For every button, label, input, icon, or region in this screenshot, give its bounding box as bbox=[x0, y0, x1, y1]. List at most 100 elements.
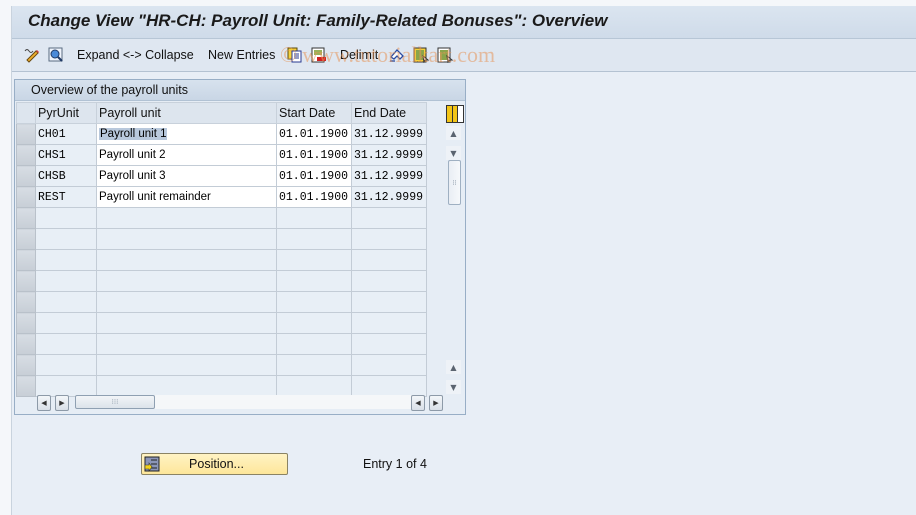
start-date-cell bbox=[276, 291, 352, 313]
selected-text: Payroll unit 1 bbox=[99, 128, 168, 140]
start-date-cell bbox=[276, 228, 352, 250]
display-change-button[interactable] bbox=[24, 46, 40, 64]
empty-table-row bbox=[16, 249, 427, 271]
horizontal-scrollbar: ◀ ▶ ⁞⁞⁞ ◀ ▶ bbox=[35, 394, 445, 411]
scroll-right-end-button[interactable]: ▶ bbox=[429, 395, 443, 411]
row-selector[interactable] bbox=[16, 270, 36, 292]
table-control-panel: Overview of the payroll units PyrUnit Pa… bbox=[14, 79, 466, 415]
end-date-cell bbox=[351, 249, 427, 271]
panel-header: Overview of the payroll units bbox=[15, 80, 465, 101]
start-date-cell bbox=[276, 207, 352, 229]
end-date-cell: 31.12.9999 bbox=[351, 144, 427, 166]
select-all-button[interactable] bbox=[413, 46, 430, 64]
pyrunit-cell bbox=[35, 291, 97, 313]
row-selector[interactable] bbox=[16, 333, 36, 355]
arrow-up-icon: ▲ bbox=[450, 362, 457, 372]
deselect-all-button[interactable] bbox=[437, 46, 454, 64]
payroll-unit-cell bbox=[96, 333, 277, 355]
payroll-unit-cell bbox=[96, 207, 277, 229]
column-header-pyrunit[interactable]: PyrUnit bbox=[35, 102, 97, 124]
arrow-right-icon: ▶ bbox=[59, 399, 65, 407]
delete-icon bbox=[311, 47, 327, 63]
table-settings-icon-part bbox=[458, 106, 464, 122]
scroll-page-down-button[interactable]: ▼ bbox=[446, 380, 461, 394]
table-row: CH01 Payroll unit 1 01.01.1900 31.12.999… bbox=[16, 123, 427, 145]
table-row: CHS1 Payroll unit 2 01.01.1900 31.12.999… bbox=[16, 144, 427, 166]
copy-as-button[interactable] bbox=[287, 46, 303, 64]
payroll-unit-cell bbox=[96, 249, 277, 271]
payroll-unit-input[interactable]: Payroll unit 2 bbox=[96, 144, 277, 166]
start-date-cell: 01.01.1900 bbox=[276, 165, 352, 187]
new-entries-button[interactable]: New Entries bbox=[208, 46, 275, 64]
row-selector[interactable] bbox=[16, 123, 36, 145]
empty-table-row bbox=[16, 312, 427, 334]
delimit-button[interactable]: Delimit bbox=[340, 46, 378, 64]
pyrunit-cell bbox=[35, 270, 97, 292]
payroll-units-table: PyrUnit Payroll unit Start Date End Date… bbox=[16, 102, 427, 397]
pyrunit-cell bbox=[35, 207, 97, 229]
deselect-all-icon bbox=[437, 47, 454, 64]
row-selector[interactable] bbox=[16, 312, 36, 334]
scroll-left-end-button[interactable]: ◀ bbox=[411, 395, 425, 411]
row-selector[interactable] bbox=[16, 144, 36, 166]
application-toolbar: Expand <-> Collapse New Entries Delimit bbox=[12, 39, 916, 72]
select-all-rows-button[interactable] bbox=[16, 102, 36, 124]
row-selector[interactable] bbox=[16, 291, 36, 313]
scroll-left-button[interactable]: ◀ bbox=[37, 395, 51, 411]
end-date-cell bbox=[351, 354, 427, 376]
position-button-label: Position... bbox=[189, 457, 244, 471]
position-button[interactable]: Position... bbox=[141, 453, 288, 475]
column-header-start-date[interactable]: Start Date bbox=[276, 102, 352, 124]
pyrunit-cell: REST bbox=[35, 186, 97, 208]
row-selector[interactable] bbox=[16, 375, 36, 397]
payroll-unit-cell bbox=[96, 291, 277, 313]
row-selector[interactable] bbox=[16, 186, 36, 208]
pyrunit-cell: CHS1 bbox=[35, 144, 97, 166]
start-date-cell bbox=[276, 354, 352, 376]
row-selector[interactable] bbox=[16, 207, 36, 229]
scroll-page-up-button[interactable]: ▲ bbox=[446, 360, 461, 374]
end-date-cell bbox=[351, 333, 427, 355]
delete-button[interactable] bbox=[311, 46, 327, 64]
arrow-down-icon: ▼ bbox=[450, 382, 457, 392]
delimit-label: Delimit bbox=[340, 48, 379, 62]
display-change-icon bbox=[24, 47, 40, 63]
payroll-unit-input[interactable]: Payroll unit 3 bbox=[96, 165, 277, 187]
payroll-unit-input[interactable]: Payroll unit 1 bbox=[96, 123, 277, 145]
pyrunit-cell: CHSB bbox=[35, 165, 97, 187]
end-date-cell bbox=[351, 312, 427, 334]
row-selector[interactable] bbox=[16, 228, 36, 250]
entry-counter: Entry 1 of 4 bbox=[363, 457, 427, 471]
row-selector[interactable] bbox=[16, 165, 36, 187]
start-date-cell: 01.01.1900 bbox=[276, 144, 352, 166]
row-selector[interactable] bbox=[16, 249, 36, 271]
find-button[interactable] bbox=[48, 46, 64, 64]
column-header-payroll-unit[interactable]: Payroll unit bbox=[96, 102, 277, 124]
payroll-unit-cell bbox=[96, 312, 277, 334]
start-date-cell bbox=[276, 270, 352, 292]
undo-change-button[interactable] bbox=[389, 46, 405, 64]
start-date-cell bbox=[276, 249, 352, 271]
payroll-unit-input[interactable]: Payroll unit remainder bbox=[96, 186, 277, 208]
arrow-up-icon: ▲ bbox=[450, 128, 457, 138]
start-date-cell bbox=[276, 312, 352, 334]
arrow-right-icon: ▶ bbox=[433, 399, 439, 407]
new-entries-label: New Entries bbox=[208, 48, 276, 62]
expand-collapse-button[interactable]: Expand <-> Collapse bbox=[77, 46, 194, 64]
table-row: REST Payroll unit remainder 01.01.1900 3… bbox=[16, 186, 427, 208]
title-bar: Change View "HR-CH: Payroll Unit: Family… bbox=[12, 6, 916, 39]
horizontal-scrollbar-thumb[interactable]: ⁞⁞⁞ bbox=[75, 395, 155, 409]
panel-title: Overview of the payroll units bbox=[31, 83, 189, 97]
scroll-down-button[interactable]: ▼ bbox=[446, 146, 461, 160]
end-date-cell bbox=[351, 207, 427, 229]
row-selector[interactable] bbox=[16, 354, 36, 376]
scroll-up-button[interactable]: ▲ bbox=[446, 126, 461, 140]
pyrunit-cell bbox=[35, 354, 97, 376]
arrow-left-icon: ◀ bbox=[41, 399, 47, 407]
scroll-right-button[interactable]: ▶ bbox=[55, 395, 69, 411]
vertical-scrollbar-thumb[interactable]: ⁞⁞ bbox=[448, 160, 461, 205]
table-settings-button[interactable] bbox=[446, 105, 464, 123]
empty-table-row bbox=[16, 207, 427, 229]
column-header-end-date[interactable]: End Date bbox=[351, 102, 427, 124]
table-row: CHSB Payroll unit 3 01.01.1900 31.12.999… bbox=[16, 165, 427, 187]
